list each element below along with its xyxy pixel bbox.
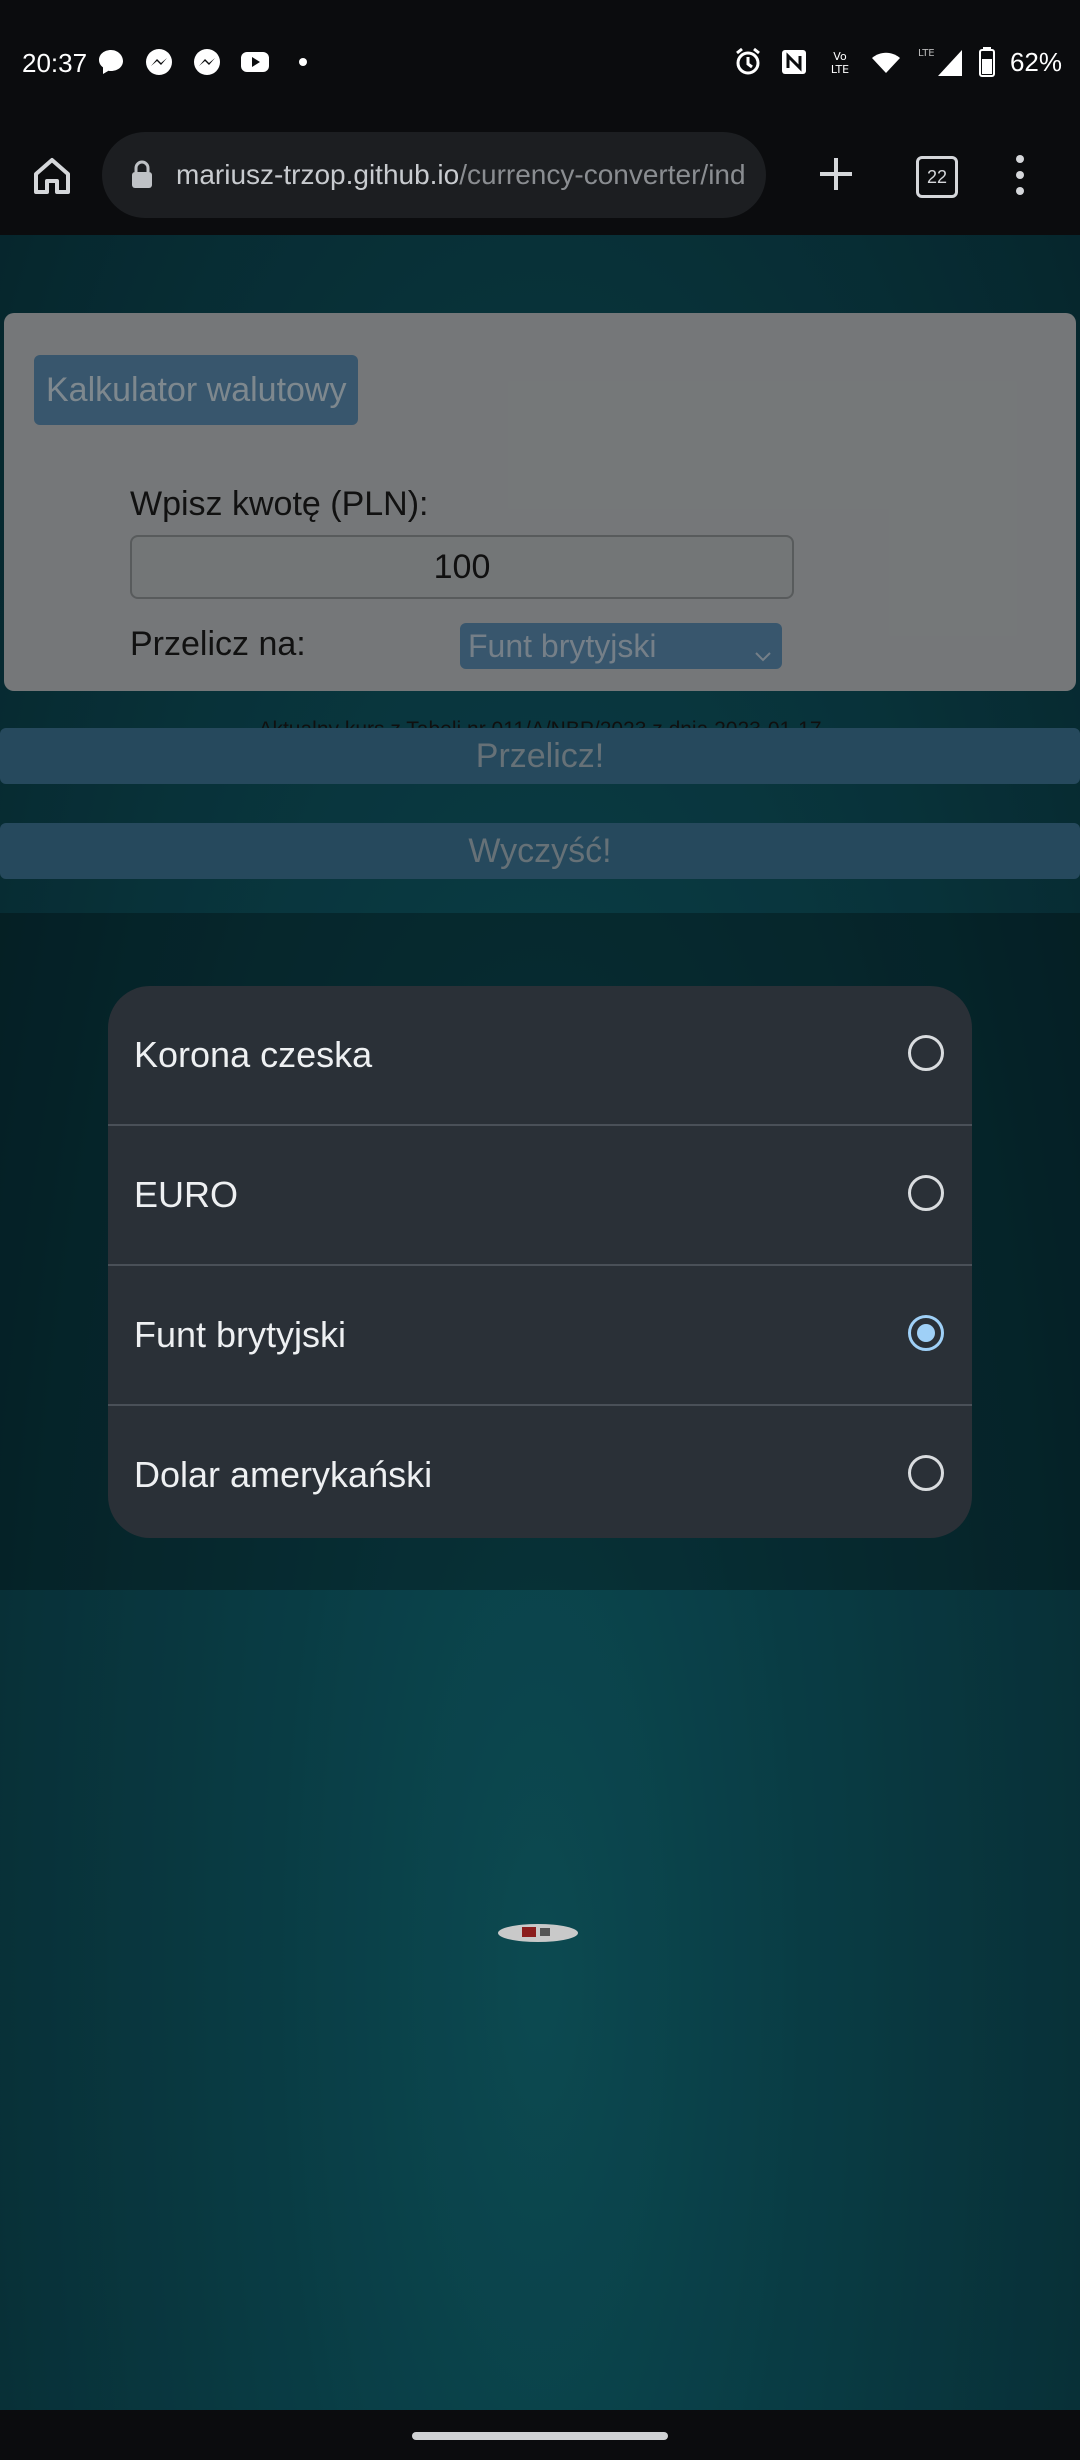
svg-text:LTE: LTE xyxy=(831,63,849,76)
radio-button[interactable] xyxy=(908,1455,944,1491)
status-bar: 20:37 Vo LTE LTE 62% xyxy=(0,0,1080,130)
currency-label: Przelicz na: xyxy=(130,625,306,663)
url-host: mariusz-trzop.github.io xyxy=(176,159,460,190)
notification-icons xyxy=(95,46,319,78)
new-tab-icon[interactable] xyxy=(814,152,858,196)
currency-option[interactable]: Funt brytyjski xyxy=(108,1266,972,1406)
system-icons: Vo LTE LTE 62% xyxy=(732,46,1062,78)
signal-icon: LTE xyxy=(916,46,964,78)
navigation-bar xyxy=(0,2410,1080,2460)
tab-switcher-button[interactable]: 22 xyxy=(916,156,958,198)
currency-option[interactable]: Dolar amerykański xyxy=(108,1406,972,1538)
amount-label: Wpisz kwotę (PLN): xyxy=(130,485,429,523)
battery-percent: 62% xyxy=(1009,46,1062,77)
converter-form: Kalkulator walutowy Wpisz kwotę (PLN): 1… xyxy=(4,313,1076,741)
nfc-icon xyxy=(778,46,810,78)
chat-bubble-icon xyxy=(95,46,127,78)
more-menu-icon[interactable] xyxy=(1006,152,1034,198)
radio-button-selected[interactable] xyxy=(908,1315,944,1351)
calculate-button[interactable]: Przelicz! xyxy=(0,728,1080,784)
currency-option-label: EURO xyxy=(134,1174,239,1215)
wifi-icon xyxy=(870,46,902,78)
currency-select-value: Funt brytyjski xyxy=(468,628,657,664)
lock-icon xyxy=(130,160,154,190)
currency-option-label: Dolar amerykański xyxy=(134,1454,433,1495)
home-icon[interactable] xyxy=(28,152,76,200)
currency-picker-dialog: Korona czeska EURO Funt brytyjski Dolar … xyxy=(108,986,972,1538)
url-path: /currency-converter/ind xyxy=(459,159,746,190)
currency-option[interactable]: Korona czeska xyxy=(108,986,972,1126)
amount-input[interactable]: 100 xyxy=(130,535,794,599)
status-time: 20:37 xyxy=(22,48,88,78)
svg-text:Vo: Vo xyxy=(833,50,847,63)
gesture-handle[interactable] xyxy=(412,2432,668,2440)
youtube-icon xyxy=(239,46,271,78)
browser-toolbar: mariusz-trzop.github.io/currency-convert… xyxy=(0,130,1080,235)
chevron-down-icon xyxy=(752,633,774,662)
boat-image xyxy=(490,1915,586,1951)
messenger-icon xyxy=(143,46,175,78)
url-text: mariusz-trzop.github.io/currency-convert… xyxy=(176,159,756,191)
svg-text:LTE: LTE xyxy=(918,48,935,59)
messenger-icon xyxy=(191,46,223,78)
clear-button[interactable]: Wyczyść! xyxy=(0,823,1080,879)
currency-option-label: Korona czeska xyxy=(134,1034,373,1075)
radio-button[interactable] xyxy=(908,1175,944,1211)
address-bar[interactable]: mariusz-trzop.github.io/currency-convert… xyxy=(102,132,766,218)
alarm-icon xyxy=(732,46,764,78)
currency-select[interactable]: Funt brytyjski xyxy=(460,623,782,669)
radio-button[interactable] xyxy=(908,1035,944,1071)
exchange-rate-note: Aktualny kurs z Tabeli nr 011/A/NBP/2023… xyxy=(258,718,822,741)
currency-option[interactable]: EURO xyxy=(108,1126,972,1266)
battery-icon xyxy=(978,46,996,78)
dot-icon xyxy=(287,46,319,78)
currency-option-label: Funt brytyjski xyxy=(134,1314,347,1355)
form-legend: Kalkulator walutowy xyxy=(34,355,359,425)
volte-icon: Vo LTE xyxy=(824,46,856,78)
